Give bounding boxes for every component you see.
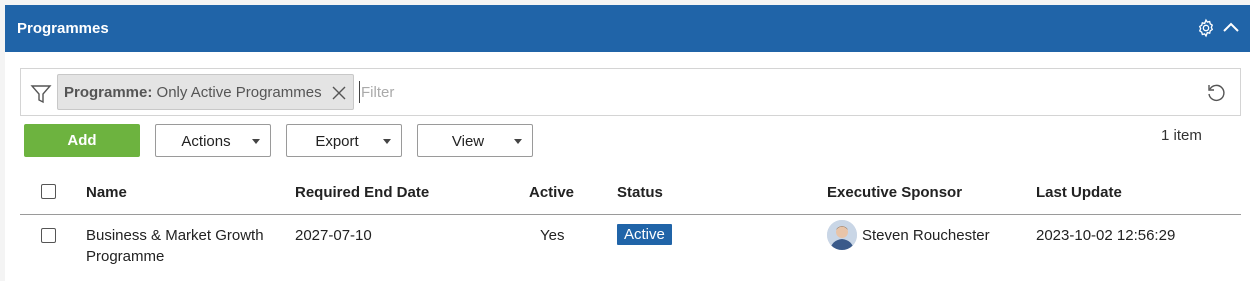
text-cursor [359,81,360,103]
column-header-status[interactable]: Status [617,184,663,201]
export-label: Export [315,133,359,150]
actions-label: Actions [181,133,231,150]
panel-title: Programmes [17,20,109,37]
status-badge: Active [617,224,672,245]
filter-chip-value: Only Active Programmes [156,84,322,101]
row-last-update: 2023-10-02 12:56:29 [1036,227,1176,244]
filter-input[interactable] [361,78,1181,106]
column-header-executive-sponsor[interactable]: Executive Sponsor [827,184,962,201]
export-dropdown[interactable]: Export [286,124,402,157]
column-header-active[interactable]: Active [529,184,574,201]
filter-chip-key: Programme: [64,84,153,101]
column-header-required-end-date[interactable]: Required End Date [295,184,429,201]
caret-down-icon [383,139,391,144]
filter-bar: Programme: Only Active Programmes [20,68,1241,116]
row-active: Yes [540,227,565,244]
column-header-last-update[interactable]: Last Update [1036,184,1122,201]
caret-down-icon [514,139,522,144]
filter-icon [30,83,52,105]
gear-icon[interactable] [1195,17,1217,39]
item-count: 1 item [1161,127,1202,144]
header-divider [20,214,1241,215]
panel-header: Programmes [5,5,1250,52]
select-all-checkbox[interactable] [41,184,56,199]
close-icon[interactable] [330,84,348,102]
chevron-up-icon[interactable] [1220,17,1242,39]
row-required-end-date: 2027-07-10 [295,227,372,244]
filter-chip-programme[interactable]: Programme: Only Active Programmes [57,74,354,110]
programmes-panel: Programmes Programme: Only Active Progra… [5,5,1250,281]
avatar [827,220,857,250]
add-button[interactable]: Add [24,124,140,157]
row-executive-sponsor[interactable]: Steven Rouchester [862,225,990,246]
column-header-name[interactable]: Name [86,184,127,201]
reset-icon[interactable] [1205,82,1227,104]
row-checkbox[interactable] [41,228,56,243]
row-name-line2[interactable]: Programme [86,246,164,267]
view-dropdown[interactable]: View [417,124,533,157]
view-label: View [451,133,485,150]
caret-down-icon [252,139,260,144]
row-name-line1[interactable]: Business & Market Growth [86,225,264,246]
actions-dropdown[interactable]: Actions [155,124,271,157]
